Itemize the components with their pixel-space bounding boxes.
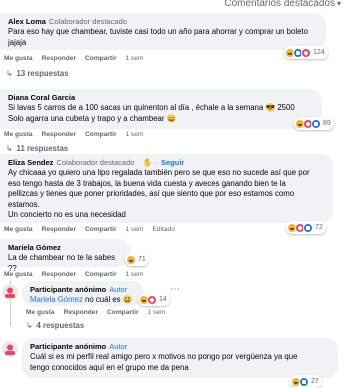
follow-button[interactable]: Seguir (161, 158, 184, 167)
comment-actions: Me gusta Responder Compartir 1 sem (26, 309, 175, 316)
like-button[interactable]: Me gusta (4, 271, 33, 278)
author-badge: Autor (109, 285, 128, 294)
sort-dropdown[interactable]: Comentarios destacados ▾ (224, 0, 341, 9)
comment-timestamp[interactable]: 1 sem (126, 55, 144, 62)
share-button[interactable]: Compartir (107, 309, 139, 316)
like-reaction-icon (303, 222, 313, 233)
reply-button[interactable]: Responder (42, 131, 76, 138)
reaction-count: 27 (311, 378, 319, 385)
comment-timestamp[interactable]: 1 sem (126, 271, 144, 278)
reaction-count: 89 (323, 120, 331, 127)
share-button[interactable]: Compartir (85, 271, 117, 278)
reaction-count: 71 (138, 256, 146, 263)
comment-bubble: Participante anónimo Autor Mariela Gómez … (22, 281, 144, 306)
comment-author[interactable]: Participante anónimo (30, 342, 106, 351)
mention-link[interactable]: Mariela Gómez (30, 295, 83, 304)
reaction-summary[interactable]: 72 (286, 221, 326, 234)
chevron-down-icon: ▾ (336, 0, 341, 8)
view-replies-link[interactable]: ↳ 11 respuestas (6, 144, 68, 153)
reaction-summary[interactable]: 71 (125, 253, 149, 266)
comment-bubble: Mariela Gómez La de chambear no te la sa… (0, 239, 130, 273)
reply-button[interactable]: Responder (42, 226, 76, 233)
comment-text: Cuál si es mi perfil real amigo pero x m… (30, 352, 298, 372)
more-options-icon[interactable]: ⋯ (170, 284, 181, 295)
like-button[interactable]: Me gusta (26, 309, 55, 316)
reaction-summary[interactable]: 27 (290, 375, 322, 388)
like-button[interactable]: Me gusta (4, 131, 33, 138)
like-button[interactable]: Me gusta (4, 226, 33, 233)
comment-actions: Me gusta Responder Compartir 1 sem Editado (4, 226, 184, 233)
comment-bubble: Diana Coral Garcia Si lavas 5 carros de … (0, 89, 322, 129)
comment-timestamp[interactable]: 1 sem (148, 309, 166, 316)
reply-arrow-icon: ↳ (6, 69, 13, 78)
reaction-summary[interactable]: 14 (138, 293, 170, 306)
reaction-count: 72 (315, 224, 323, 231)
reply-arrow-icon: ↳ (26, 321, 33, 330)
comment-text: Para eso hay que chambear, tuviste casi … (8, 27, 308, 47)
share-button[interactable]: Compartir (85, 131, 117, 138)
avatar[interactable] (2, 284, 18, 300)
comment-author[interactable]: Eliza Sendez (8, 158, 53, 167)
comment-timestamp[interactable]: 1 sem (126, 131, 144, 138)
comment-actions: Me gusta Responder Compartir 1 sem (4, 131, 153, 138)
reply-button[interactable]: Responder (64, 309, 98, 316)
comment-bubble: Participante anónimo Autor Cuál si es mi … (22, 338, 338, 378)
comment-author[interactable]: Mariela Gómez (8, 243, 61, 252)
reaction-count: 14 (159, 296, 167, 303)
author-badge: Autor (109, 342, 128, 351)
avatar[interactable] (2, 341, 18, 357)
reaction-summary[interactable]: 89 (294, 117, 334, 130)
like-button[interactable]: Me gusta (4, 55, 33, 62)
author-badge: Colaborador destacado (48, 17, 127, 26)
edited-label[interactable]: Editado (153, 226, 175, 233)
comment-actions: Me gusta Responder Compartir 1 sem (4, 271, 153, 278)
view-replies-link[interactable]: ↳ 4 respuestas (26, 321, 84, 330)
comment-bubble: Alex Loma Colaborador destacado Para eso … (0, 13, 326, 50)
comment-actions: Me gusta Responder Compartir 1 sem (4, 55, 153, 62)
share-button[interactable]: Compartir (85, 226, 117, 233)
sort-label: Comentarios destacados (224, 0, 335, 9)
top-bar: Comentarios destacados ▾ (0, 0, 345, 10)
like-reaction-icon (311, 118, 321, 129)
like-reaction-icon (299, 376, 309, 387)
comment-text: Ay chicaaa yo quiero una lipo regalada t… (8, 168, 310, 219)
haha-reaction-icon (126, 254, 136, 265)
reply-button[interactable]: Responder (42, 271, 76, 278)
view-replies-link[interactable]: ↳ 13 respuestas (6, 69, 69, 78)
comment-timestamp[interactable]: 1 sem (126, 226, 144, 233)
comment-text: Si lavas 5 carros de a 100 sacas un quin… (8, 103, 295, 123)
reaction-summary[interactable]: 124 (284, 46, 328, 59)
comment-author[interactable]: Diana Coral Garcia (8, 93, 75, 102)
reply-arrow-icon: ↳ (6, 144, 13, 153)
comment-bubble: Eliza Sendez Colaborador destacado ✋ · Segu… (0, 154, 333, 223)
reply-button[interactable]: Responder (42, 55, 76, 62)
comment-author[interactable]: Participante anónimo (30, 285, 106, 294)
share-button[interactable]: Compartir (85, 55, 117, 62)
reaction-count: 124 (313, 49, 325, 56)
comment-text: Mariela Gómez no cuál es 😃 (30, 295, 133, 304)
author-badge: Colaborador destacado (56, 158, 135, 167)
comment-author[interactable]: Alex Loma (8, 17, 46, 26)
love-reaction-icon (301, 47, 311, 58)
love-reaction-icon (147, 294, 157, 305)
fan-badge-icon: ✋ (142, 158, 153, 167)
